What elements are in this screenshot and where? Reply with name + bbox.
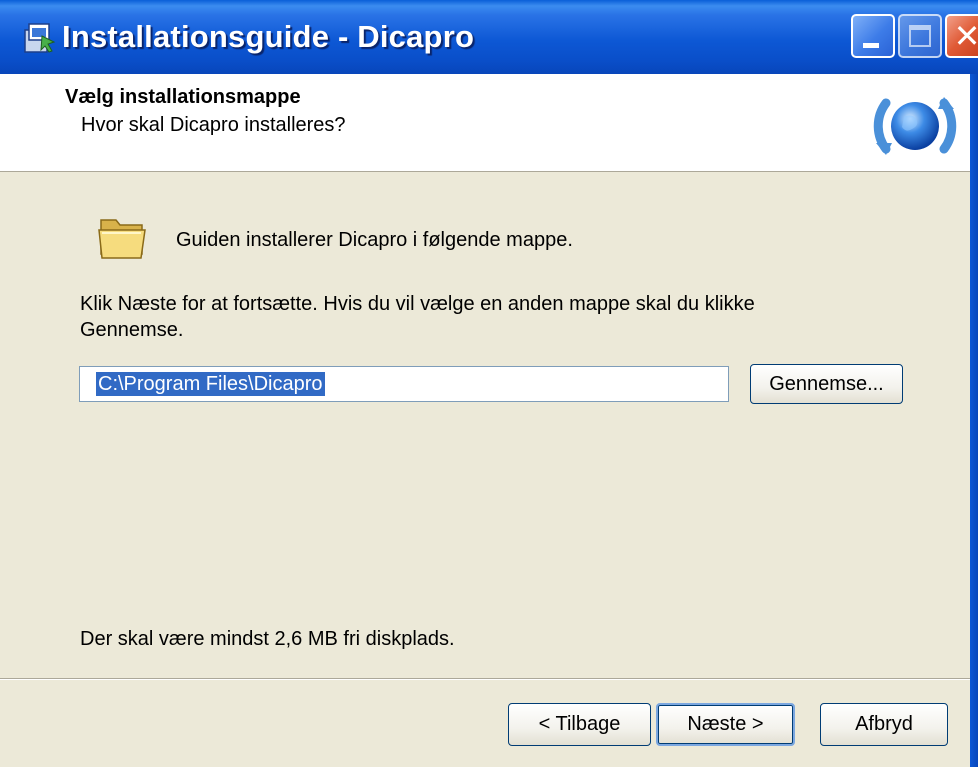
close-icon: ✕ xyxy=(953,17,978,55)
instruction-text: Klik Næste for at fortsætte. Hvis du vil… xyxy=(80,293,755,341)
installer-window: Installationsguide - Dicapro ✕ Vælg inst… xyxy=(0,0,978,767)
window-title: Installationsguide - Dicapro xyxy=(62,19,475,54)
cancel-button[interactable]: Afbryd xyxy=(820,703,948,746)
install-path-input[interactable]: C:\Program Files\Dicapro xyxy=(79,366,729,402)
browse-button[interactable]: Gennemse... xyxy=(750,364,903,404)
folder-icon xyxy=(98,219,146,259)
minimize-icon xyxy=(863,43,879,48)
window-border xyxy=(970,74,978,767)
page-title: Vælg installationsmappe xyxy=(65,86,301,108)
install-path-value: C:\Program Files\Dicapro xyxy=(96,372,325,396)
footer-divider xyxy=(0,678,978,680)
back-button[interactable]: < Tilbage xyxy=(508,703,651,746)
maximize-icon xyxy=(909,25,931,47)
intro-text: Guiden installerer Dicapro i følgende ma… xyxy=(176,229,573,251)
title-bar[interactable]: Installationsguide - Dicapro ✕ xyxy=(0,0,978,74)
installer-app-icon xyxy=(24,23,56,53)
next-button[interactable]: Næste > xyxy=(656,703,795,746)
globe-setup-icon xyxy=(873,97,957,155)
page-subtitle: Hvor skal Dicapro installeres? xyxy=(81,114,346,136)
minimize-button[interactable] xyxy=(851,14,895,58)
disk-space-text: Der skal være mindst 2,6 MB fri diskplad… xyxy=(80,628,455,650)
maximize-button[interactable] xyxy=(898,14,942,58)
close-button[interactable]: ✕ xyxy=(945,14,978,58)
